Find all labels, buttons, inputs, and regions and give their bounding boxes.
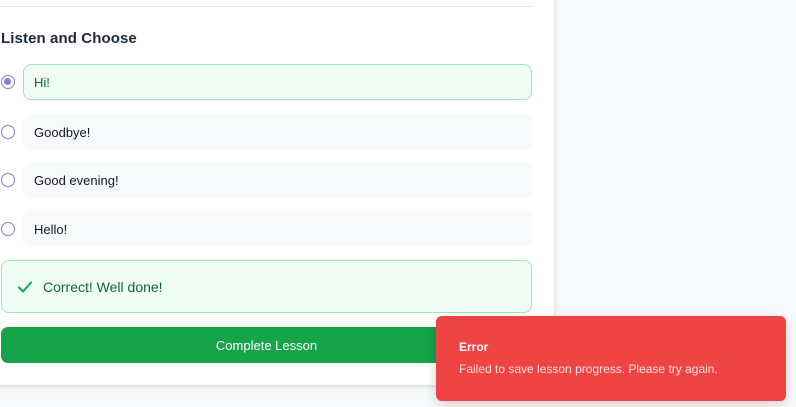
feedback-message: Correct! Well done! xyxy=(43,278,163,295)
radio-button[interactable] xyxy=(1,75,15,89)
option-good-evening[interactable]: Good evening! xyxy=(0,162,532,198)
toast-message: Failed to save lesson progress. Please t… xyxy=(459,362,718,376)
option-hello[interactable]: Hello! xyxy=(0,211,532,247)
radio-button[interactable] xyxy=(1,173,15,187)
radio-button[interactable] xyxy=(1,222,15,236)
option-label[interactable]: Goodbye! xyxy=(23,114,532,150)
section-title: Listen and Choose xyxy=(1,30,137,47)
option-label[interactable]: Good evening! xyxy=(23,162,532,198)
toast-title: Error xyxy=(459,340,489,354)
divider xyxy=(0,6,532,7)
option-label[interactable]: Hello! xyxy=(23,211,532,247)
option-hi[interactable]: Hi! xyxy=(0,64,532,100)
feedback-banner: Correct! Well done! xyxy=(1,260,532,313)
option-goodbye[interactable]: Goodbye! xyxy=(0,114,532,150)
radio-button[interactable] xyxy=(1,125,15,139)
check-icon xyxy=(17,279,33,295)
error-toast[interactable]: Error Failed to save lesson progress. Pl… xyxy=(436,316,786,401)
option-label[interactable]: Hi! xyxy=(23,64,532,100)
